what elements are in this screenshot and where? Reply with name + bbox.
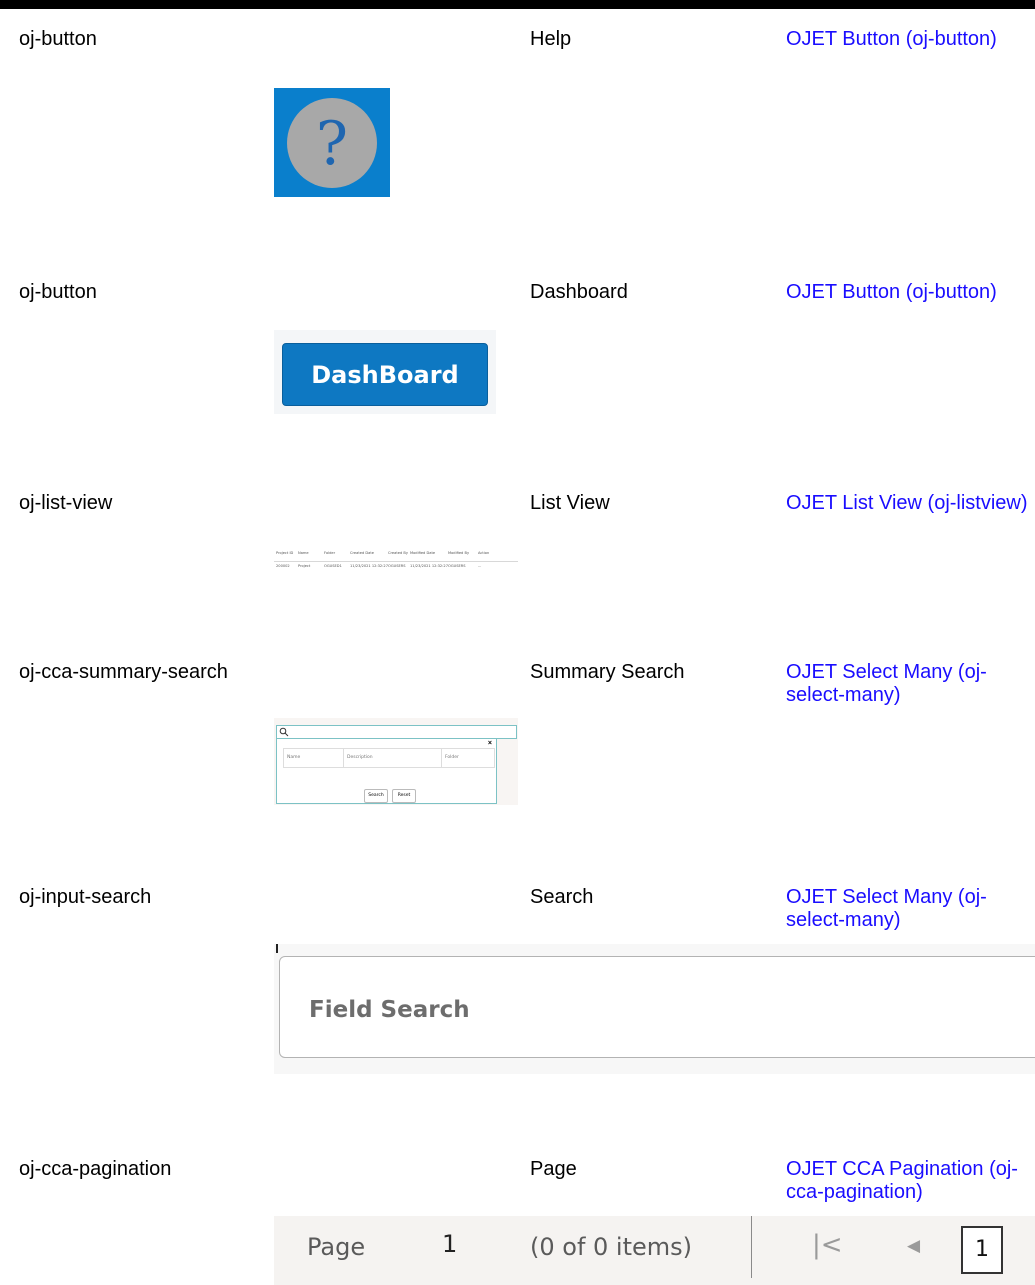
svg-text:?: ? (316, 109, 348, 179)
list-cell: 200002 (276, 564, 290, 568)
component-label: Search (530, 886, 594, 908)
component-name: oj-cca-summary-search (19, 661, 228, 683)
list-cell: 11/23/2021 12:32:27 (410, 564, 448, 568)
list-header-cell: Created By (388, 551, 408, 555)
component-name: oj-button (19, 281, 97, 303)
component-label: Dashboard (530, 281, 628, 303)
docs-link[interactable]: OJET Button (oj-button) (786, 281, 997, 303)
dashboard-button-image: DashBoard (274, 330, 496, 414)
list-cell: 11/23/2021 12:32:27 (350, 564, 388, 568)
page-number: 1 (442, 1230, 458, 1258)
divider (751, 1216, 752, 1278)
component-label: Page (530, 1158, 577, 1180)
dashboard-button: DashBoard (282, 343, 488, 406)
list-cell: OGUSERS (388, 564, 406, 568)
list-header-cell: Project ID (276, 551, 294, 555)
help-question-icon: ? (287, 98, 377, 188)
component-label: Summary Search (530, 661, 685, 683)
top-rule (0, 0, 1035, 9)
list-view-image: Project ID Name Folder Created Date Crea… (274, 549, 518, 577)
list-item: 200002 Project OGUSED1 11/23/2021 12:32:… (274, 564, 518, 574)
column-header: Description (344, 749, 442, 767)
list-header-row: Project ID Name Folder Created Date Crea… (274, 551, 518, 562)
column-header: Folder (445, 755, 459, 760)
list-header-cell: Modified Date (410, 551, 436, 555)
component-label: List View (530, 492, 610, 514)
summary-search-bar (276, 725, 517, 739)
first-page-icon: |< (812, 1230, 843, 1260)
previous-page-icon: ◀ (907, 1236, 921, 1256)
list-cell: OGUSED1 (324, 564, 342, 568)
summary-search-table: Name Description Folder (283, 748, 495, 768)
component-name: oj-button (19, 28, 97, 50)
summary-search-image: × Name Description Folder Search Reset (274, 718, 518, 805)
column-header: Name (284, 749, 344, 767)
docs-link[interactable]: OJET Select Many (oj-select-many) (786, 886, 987, 931)
list-header-cell: Name (298, 551, 309, 555)
component-name: oj-list-view (19, 492, 113, 514)
docs-link[interactable]: OJET Select Many (oj-select-many) (786, 661, 987, 706)
list-header-cell: Folder (324, 551, 336, 555)
page-label: Page (307, 1233, 366, 1261)
search-icon (279, 727, 289, 737)
items-count: (0 of 0 items) (530, 1233, 693, 1261)
summary-search-panel: × Name Description Folder Search Reset (276, 738, 497, 804)
search-button: Search (364, 789, 388, 803)
help-button-image: ? (274, 88, 390, 197)
current-page-box: 1 (961, 1226, 1003, 1274)
text-cursor (276, 944, 278, 953)
pagination-image: Page 1 (0 of 0 items) |< ◀ 1 (274, 1216, 1035, 1285)
field-search-input: Field Search (279, 956, 1035, 1058)
list-header-cell: Created Date (350, 551, 374, 555)
list-header-cell: Action (478, 551, 490, 555)
component-name: oj-cca-pagination (19, 1158, 172, 1180)
list-cell: Project (298, 564, 311, 568)
close-icon: × (487, 740, 492, 747)
docs-link[interactable]: OJET CCA Pagination (oj-cca-pagination) (786, 1158, 1018, 1203)
list-cell: ... (478, 564, 482, 568)
docs-link[interactable]: OJET Button (oj-button) (786, 28, 997, 50)
docs-link[interactable]: OJET List View (oj-listview) (786, 492, 1028, 514)
field-search-image: Field Search (274, 944, 1035, 1074)
list-cell: OGUSERS (448, 564, 466, 568)
component-name: oj-input-search (19, 886, 152, 908)
reset-button: Reset (392, 789, 416, 803)
component-label: Help (530, 28, 572, 50)
list-header-cell: Modified By (448, 551, 470, 555)
